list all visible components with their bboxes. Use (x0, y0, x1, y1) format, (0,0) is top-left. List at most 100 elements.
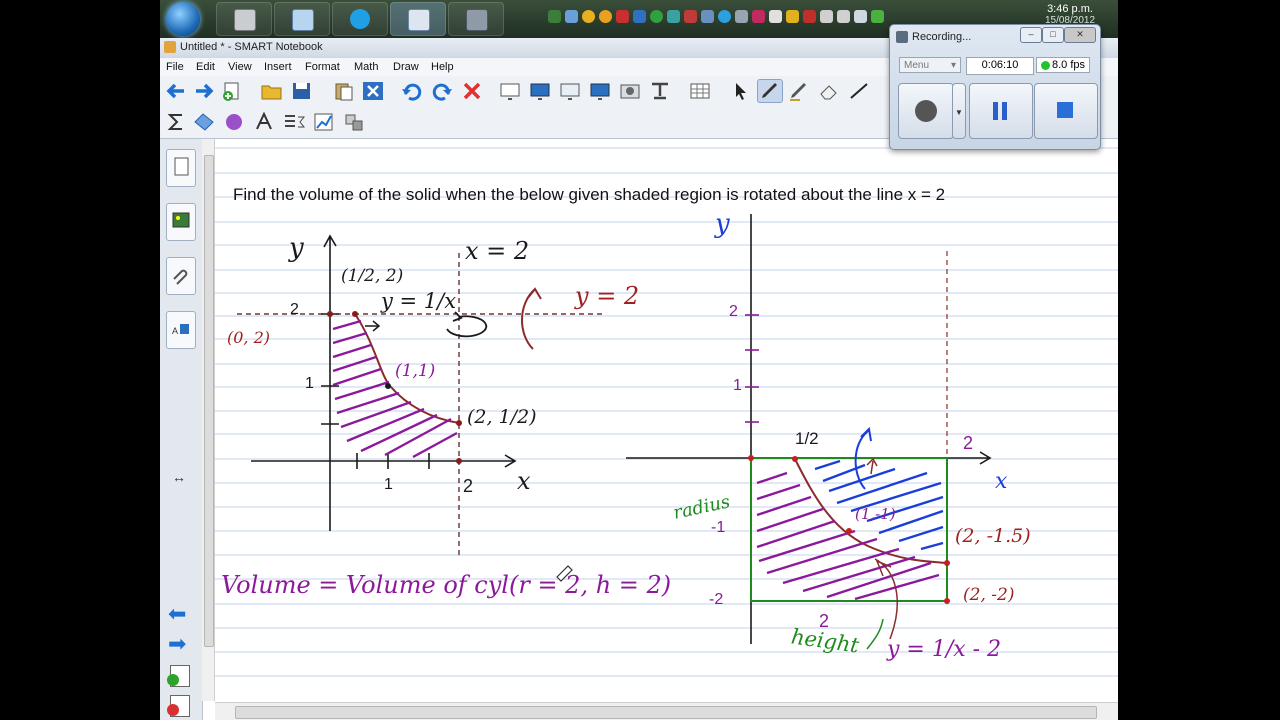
select-pointer-icon[interactable] (728, 80, 752, 102)
tray-icon[interactable] (633, 10, 646, 23)
notebook-icon (408, 9, 430, 31)
next-page-icon[interactable]: ➡ (168, 631, 186, 657)
save-icon[interactable] (290, 80, 314, 102)
delete-window-icon[interactable] (361, 80, 385, 102)
open-folder-icon[interactable] (260, 80, 284, 102)
properties-tab[interactable]: A (166, 311, 196, 349)
screen-shade-icon[interactable] (498, 80, 522, 102)
right-x-tick-2: 2 (963, 433, 974, 453)
taskbar-clock[interactable]: 3:46 p.m. 15/08/2012 (1030, 3, 1110, 26)
menu-help[interactable]: Help (431, 61, 454, 73)
equation-icon[interactable] (282, 111, 306, 133)
menu-edit[interactable]: Edit (196, 61, 215, 73)
close-button[interactable]: ✕ (1064, 27, 1096, 43)
chevron-down-icon: ▾ (950, 60, 956, 71)
tray-icon[interactable] (837, 10, 850, 23)
dual-display-icon[interactable] (588, 80, 612, 102)
tray-icon[interactable] (548, 10, 561, 23)
previous-page-icon[interactable]: ⬅ (168, 601, 186, 627)
network-icon[interactable] (871, 10, 884, 23)
right-tick-1: 1 (733, 377, 742, 394)
menu-file[interactable]: File (166, 61, 184, 73)
sigma-icon[interactable] (164, 111, 188, 133)
screen-capture-icon[interactable] (618, 80, 642, 102)
forward-arrow-icon[interactable] (192, 80, 216, 102)
side-tab-panel: A ↔ ⬅ ➡ (160, 139, 203, 720)
stop-button[interactable] (1034, 83, 1098, 139)
menu-insert[interactable]: Insert (264, 61, 292, 73)
tray-icon[interactable] (752, 10, 765, 23)
maximize-button[interactable]: □ (1042, 27, 1064, 43)
tray-icon[interactable] (769, 10, 782, 23)
text-icon[interactable] (252, 111, 276, 133)
tray-icon[interactable] (803, 10, 816, 23)
pen-icon[interactable] (757, 79, 783, 103)
start-orb-icon[interactable] (166, 2, 200, 36)
table-icon[interactable] (688, 80, 712, 102)
tray-icon[interactable] (718, 10, 731, 23)
taskbar-recorder-button[interactable] (448, 2, 504, 36)
tray-icon[interactable] (701, 10, 714, 23)
question-text[interactable]: Find the volume of the solid when the be… (233, 183, 1013, 206)
full-screen-icon[interactable] (558, 80, 582, 102)
taskbar-spreadsheet-button[interactable] (274, 2, 330, 36)
delete-icon[interactable] (460, 80, 484, 102)
taskbar-notebook-button[interactable] (390, 2, 446, 36)
recording-elapsed-time: 0:06:10 (966, 57, 1034, 75)
recorder-title: Recording... (912, 31, 972, 43)
shapes-icon[interactable] (192, 111, 216, 133)
paste-icon[interactable] (332, 80, 356, 102)
add-page-icon[interactable] (220, 80, 244, 102)
line-icon[interactable] (847, 80, 871, 102)
vertical-scrollbar[interactable] (202, 139, 215, 701)
menu-math[interactable]: Math (354, 61, 378, 73)
fill-icon[interactable] (222, 111, 246, 133)
redo-icon[interactable] (430, 80, 454, 102)
tray-icon[interactable] (650, 10, 663, 23)
tray-icon[interactable] (582, 10, 595, 23)
tray-icon[interactable] (667, 10, 680, 23)
add-page-icon-side[interactable] (167, 665, 190, 687)
menu-view[interactable]: View (228, 61, 252, 73)
tray-icon[interactable] (786, 10, 799, 23)
tray-icon[interactable] (565, 10, 578, 23)
horizontal-scrollbar[interactable] (215, 702, 1118, 720)
notebook-page[interactable]: Find the volume of the solid when the be… (215, 139, 1118, 702)
scrollbar-thumb[interactable] (204, 155, 214, 647)
recorder-menu-dropdown[interactable]: Menu ▾ (899, 57, 961, 73)
pause-button[interactable] (969, 83, 1033, 139)
tray-icon[interactable] (599, 10, 612, 23)
record-options-button[interactable]: ▼ (952, 83, 966, 139)
taskbar-calculator-button[interactable] (216, 2, 272, 36)
taskbar-skype-button[interactable] (332, 2, 388, 36)
right-x-axis-label: x (995, 469, 1008, 494)
scrollbar-thumb[interactable] (235, 706, 1097, 719)
record-button[interactable] (898, 83, 954, 139)
properties-icon[interactable] (342, 111, 366, 133)
eraser-icon[interactable] (817, 80, 841, 102)
page-sorter-tab[interactable] (166, 149, 196, 187)
attachments-tab[interactable] (166, 257, 196, 295)
clock-time: 3:46 p.m. (1047, 3, 1093, 15)
menu-format[interactable]: Format (305, 61, 340, 73)
creative-pen-icon[interactable] (787, 80, 811, 102)
tray-icon[interactable] (616, 10, 629, 23)
minimize-button[interactable]: – (1020, 27, 1042, 43)
back-arrow-icon[interactable] (164, 80, 188, 102)
menu-draw[interactable]: Draw (393, 61, 419, 73)
point-two-neg-one-five-label: (2, -1.5) (955, 525, 1031, 547)
undo-icon[interactable] (400, 80, 424, 102)
speaker-icon[interactable] (854, 10, 867, 23)
display-icon[interactable] (528, 80, 552, 102)
graph-icon[interactable] (312, 111, 336, 133)
delete-page-icon[interactable] (167, 695, 190, 717)
tray-icon[interactable] (735, 10, 748, 23)
left-graph (237, 234, 605, 559)
recorder-icon (466, 9, 488, 31)
tray-icon[interactable] (684, 10, 697, 23)
tray-icon[interactable] (820, 10, 833, 23)
gallery-tab[interactable] (166, 203, 196, 241)
point-one-one-label: (1,1) (395, 361, 436, 381)
resize-panel-icon[interactable]: ↔ (172, 469, 186, 485)
document-camera-icon[interactable] (648, 80, 672, 102)
